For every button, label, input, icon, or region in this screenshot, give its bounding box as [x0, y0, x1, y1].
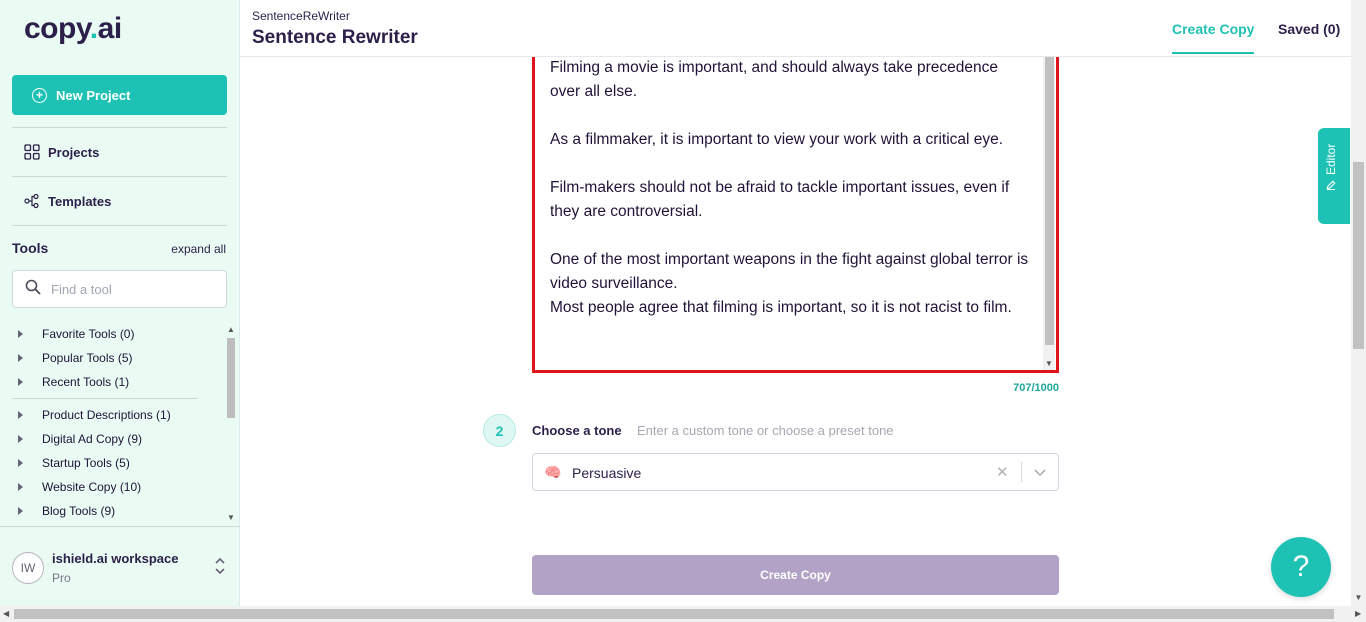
- caret-right-icon: [18, 507, 23, 515]
- tools-heading: Tools: [12, 240, 49, 256]
- textarea-scrollbar[interactable]: ▼: [1043, 57, 1055, 370]
- tone-hint: Enter a custom tone or choose a preset t…: [637, 423, 894, 438]
- caret-right-icon: [18, 378, 23, 386]
- clear-icon[interactable]: ✕: [996, 463, 1009, 481]
- tool-category-startup-tools[interactable]: Startup Tools (5): [12, 451, 226, 475]
- caret-right-icon: [18, 483, 23, 491]
- tone-select[interactable]: 🧠 Persuasive ✕: [532, 453, 1059, 491]
- tone-selected-value: Persuasive: [572, 465, 642, 481]
- caret-right-icon: [18, 354, 23, 362]
- sidebar-item-projects[interactable]: Projects: [24, 144, 99, 160]
- tab-create-copy[interactable]: Create Copy: [1172, 21, 1255, 54]
- tool-search[interactable]: [12, 270, 227, 308]
- divider: [1021, 462, 1022, 482]
- tool-category-product-descriptions[interactable]: Product Descriptions (1): [12, 403, 226, 427]
- chevron-down-icon[interactable]: [1033, 465, 1047, 479]
- divider: [12, 225, 227, 226]
- textarea-content[interactable]: Filming a movie is important, and should…: [550, 57, 1030, 320]
- scroll-down-icon[interactable]: ▼: [1351, 593, 1366, 602]
- grid-icon: [24, 144, 40, 160]
- new-project-label: New Project: [56, 87, 131, 103]
- scrollbar-thumb[interactable]: [14, 609, 1334, 619]
- chevron-up-down-icon: [214, 557, 226, 577]
- plus-circle-icon: +: [32, 87, 47, 103]
- tool-category-digital-ad-copy[interactable]: Digital Ad Copy (9): [12, 427, 226, 451]
- help-button[interactable]: ?: [1271, 537, 1331, 597]
- scrollbar-thumb[interactable]: [1353, 162, 1364, 349]
- brain-icon: 🧠: [544, 464, 562, 480]
- workspace-plan: Pro: [52, 571, 71, 585]
- sidebar-item-label: Projects: [48, 144, 100, 160]
- scroll-down-icon[interactable]: ▼: [1043, 359, 1055, 368]
- create-copy-button[interactable]: Create Copy: [532, 555, 1059, 595]
- page-horizontal-scrollbar[interactable]: ◀ ▶: [0, 606, 1366, 622]
- scrollbar-thumb[interactable]: [227, 338, 235, 418]
- caret-right-icon: [18, 330, 23, 338]
- search-input[interactable]: [51, 281, 211, 297]
- editor-tab-label: Editor: [1324, 143, 1338, 175]
- expand-all-link[interactable]: expand all: [171, 242, 226, 256]
- caret-right-icon: [18, 435, 23, 443]
- character-count: 707/1000: [1013, 382, 1059, 394]
- workspace-name: ishield.ai workspace: [52, 551, 179, 566]
- divider: [12, 398, 198, 399]
- page-header: SentenceReWriter Sentence Rewriter Creat…: [240, 0, 1351, 57]
- tab-saved[interactable]: Saved (0): [1278, 21, 1340, 37]
- editor-tab[interactable]: Editor: [1318, 128, 1350, 224]
- caret-right-icon: [18, 411, 23, 419]
- divider: [12, 127, 227, 128]
- pencil-icon: [1326, 180, 1337, 194]
- caret-right-icon: [18, 459, 23, 467]
- tool-category-favorite[interactable]: Favorite Tools (0): [12, 322, 226, 346]
- scroll-down-icon[interactable]: ▼: [227, 514, 235, 522]
- breadcrumb: SentenceReWriter: [252, 9, 350, 23]
- page-vertical-scrollbar[interactable]: ▼: [1351, 0, 1366, 606]
- page-title: Sentence Rewriter: [252, 27, 418, 48]
- sidebar-item-templates[interactable]: Templates: [24, 193, 111, 209]
- templates-icon: [24, 193, 40, 209]
- tone-label: Choose a tone: [532, 423, 622, 438]
- scroll-right-icon[interactable]: ▶: [1355, 609, 1361, 618]
- tool-category-recent[interactable]: Recent Tools (1): [12, 370, 226, 394]
- step-number-badge: 2: [483, 414, 516, 447]
- sidebar: copy.ai + New Project Projects Templates…: [0, 0, 240, 606]
- workspace-switcher[interactable]: IW ishield.ai workspace Pro: [0, 526, 240, 606]
- sidebar-item-label: Templates: [48, 193, 112, 209]
- input-textarea[interactable]: Filming a movie is important, and should…: [532, 57, 1059, 373]
- search-icon: [25, 279, 41, 300]
- scrollbar-thumb[interactable]: [1045, 57, 1054, 345]
- scroll-left-icon[interactable]: ◀: [3, 609, 9, 618]
- tool-list-scrollbar[interactable]: ▲ ▼: [226, 326, 236, 522]
- tool-category-website-copy[interactable]: Website Copy (10): [12, 475, 226, 499]
- tool-category-blog-tools[interactable]: Blog Tools (9): [12, 499, 226, 522]
- copy-ai-logo[interactable]: copy.ai: [24, 12, 122, 46]
- scroll-up-icon[interactable]: ▲: [227, 326, 235, 334]
- divider: [12, 176, 227, 177]
- tool-category-list: Favorite Tools (0) Popular Tools (5) Rec…: [12, 322, 226, 522]
- new-project-button[interactable]: + New Project: [12, 75, 227, 115]
- avatar: IW: [12, 552, 44, 584]
- tool-category-popular[interactable]: Popular Tools (5): [12, 346, 226, 370]
